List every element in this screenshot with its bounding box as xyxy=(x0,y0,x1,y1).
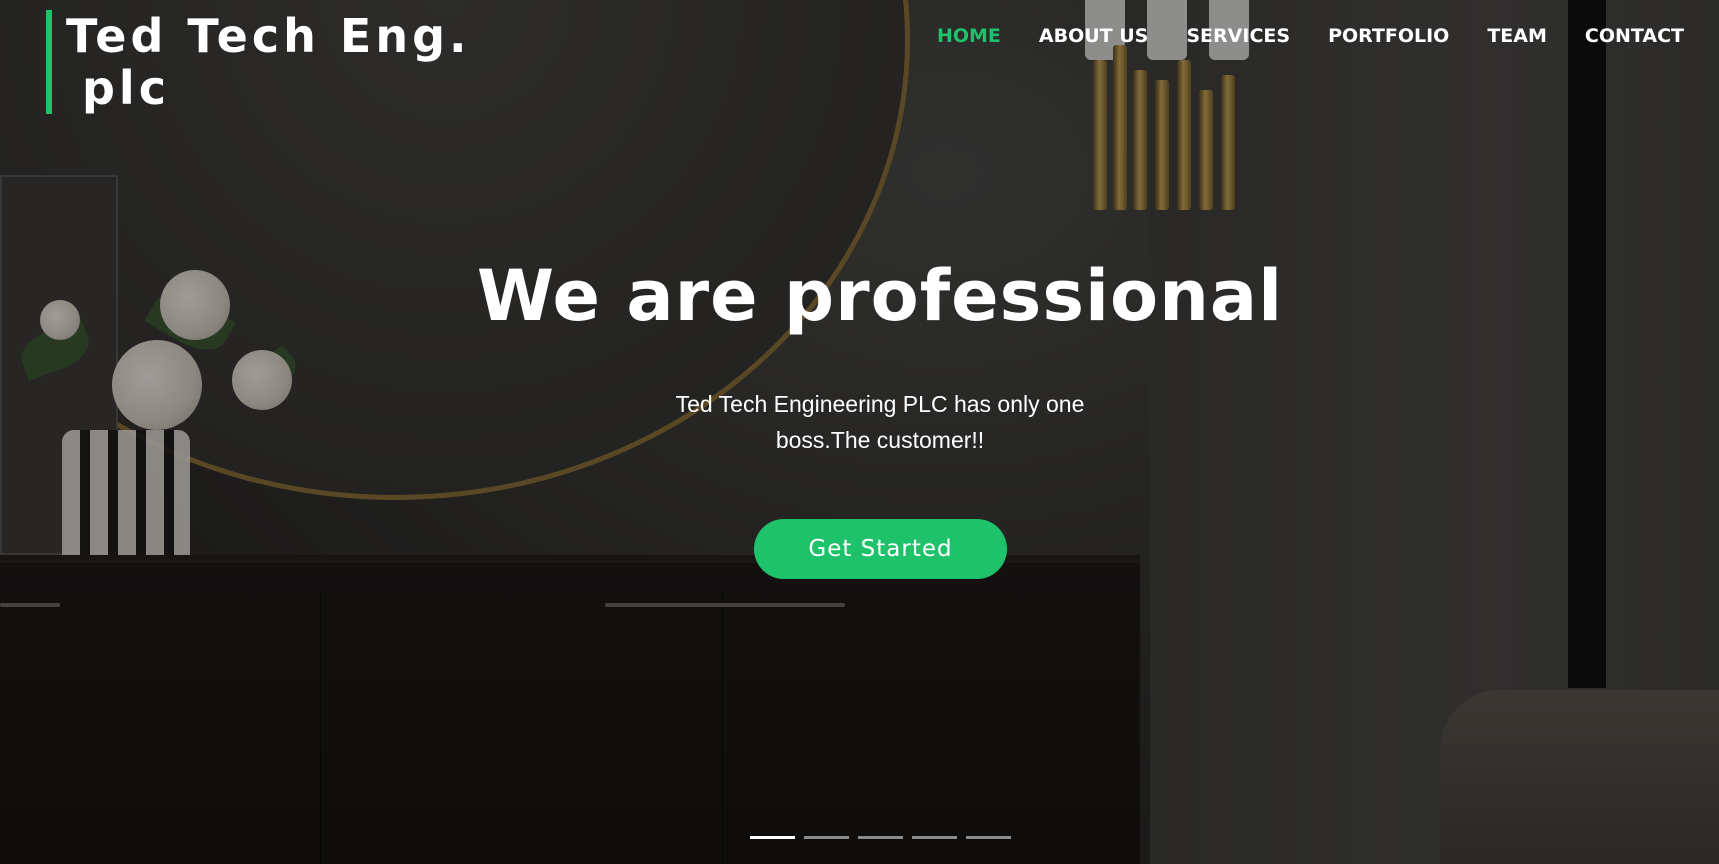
nav-item-services[interactable]: SERVICES xyxy=(1167,22,1309,50)
nav-item-team[interactable]: TEAM xyxy=(1468,22,1566,50)
carousel-indicators xyxy=(750,836,1011,839)
hero-subtitle-line2: boss.The customer!! xyxy=(775,427,985,453)
carousel-indicator-4[interactable] xyxy=(912,836,957,839)
carousel-indicator-1[interactable] xyxy=(750,836,795,839)
brand-name-line2: plc xyxy=(82,61,170,115)
hero-title: We are professional xyxy=(476,255,1284,337)
nav-item-portfolio[interactable]: PORTFOLIO xyxy=(1309,22,1468,50)
carousel-indicator-2[interactable] xyxy=(804,836,849,839)
hero-subtitle-line1: Ted Tech Engineering PLC has only one xyxy=(675,391,1085,417)
carousel-indicator-3[interactable] xyxy=(858,836,903,839)
get-started-button[interactable]: Get Started xyxy=(754,519,1007,579)
nav-item-about-us[interactable]: ABOUT US xyxy=(1020,22,1167,50)
hero-subtitle: Ted Tech Engineering PLC has only one bo… xyxy=(620,386,1140,458)
nav-item-contact[interactable]: CONTACT xyxy=(1566,22,1703,50)
brand-name-line1: Ted Tech Eng. xyxy=(66,9,471,63)
nav-item-home[interactable]: HOME xyxy=(918,22,1020,50)
carousel-indicator-5[interactable] xyxy=(966,836,1011,839)
brand-logo[interactable]: Ted Tech Eng. plc xyxy=(46,10,516,114)
main-nav: HOME ABOUT US SERVICES PORTFOLIO TEAM CO… xyxy=(918,22,1703,50)
